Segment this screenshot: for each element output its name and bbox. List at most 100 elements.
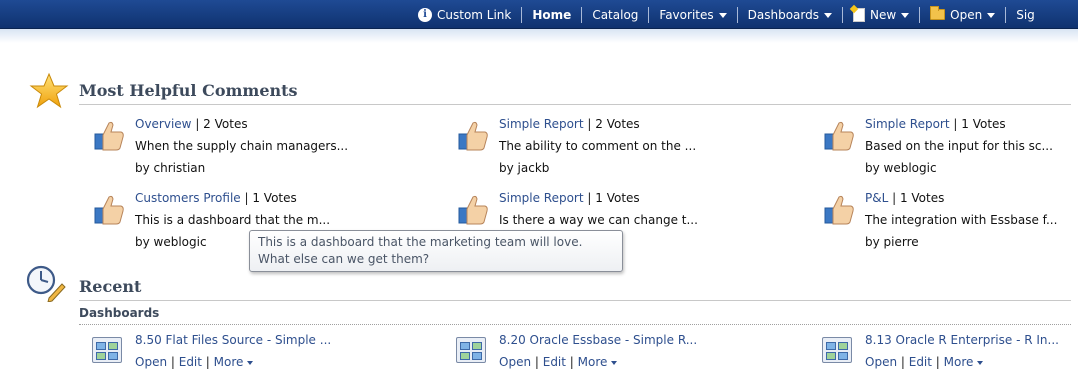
comment-link[interactable]: Simple Report <box>499 117 584 131</box>
vote-count: 1 Votes <box>252 191 297 205</box>
thumbs-up-icon <box>458 195 488 225</box>
most-helpful-comments-title: Most Helpful Comments <box>79 81 298 100</box>
dashboard-title-link[interactable]: 8.20 Oracle Essbase - Simple R... <box>499 333 697 347</box>
thumbs-up-icon <box>94 121 124 151</box>
comment-link[interactable]: Simple Report <box>865 117 950 131</box>
separator: | <box>897 355 909 369</box>
comment-author: by weblogic <box>865 161 937 175</box>
comment-link[interactable]: Overview <box>135 117 192 131</box>
clock-pencil-icon <box>26 265 66 302</box>
tooltip-line-1: This is a dashboard that the marketing t… <box>258 235 583 249</box>
section-divider <box>79 104 1071 105</box>
tooltip-line-2: What else can we get them? <box>258 252 430 266</box>
vote-count: 1 Votes <box>595 191 640 205</box>
comment-tooltip: This is a dashboard that the marketing t… <box>249 230 623 272</box>
section-divider <box>79 300 1071 301</box>
separator: | <box>583 117 596 131</box>
favorites-label: Favorites <box>659 7 714 22</box>
comment-author: by jackb <box>499 161 550 175</box>
dotted-divider <box>79 324 1071 325</box>
separator: | <box>167 355 179 369</box>
thumbs-up-icon <box>94 195 124 225</box>
separator: | <box>583 191 596 205</box>
comment-text[interactable]: Based on the input for this sc... <box>865 139 1053 153</box>
separator: | <box>949 117 962 131</box>
open-link[interactable]: Open <box>865 355 897 369</box>
dashboard-title-link[interactable]: 8.13 Oracle R Enterprise - R In... <box>865 333 1059 347</box>
vote-count: 2 Votes <box>595 117 640 131</box>
vote-count: 1 Votes <box>961 117 1006 131</box>
comment-link[interactable]: P&L <box>865 191 888 205</box>
comment-link[interactable]: Simple Report <box>499 191 584 205</box>
separator: | <box>565 355 578 369</box>
dashboards-label: Dashboards <box>747 7 819 22</box>
home-link[interactable]: Home <box>522 0 581 29</box>
info-icon: i <box>418 7 432 22</box>
recent-title: Recent <box>79 277 142 296</box>
custom-link-label: Custom Link <box>437 7 512 22</box>
open-label: Open <box>950 7 983 22</box>
comment-author: by christian <box>135 161 206 175</box>
comment-text[interactable]: The integration with Essbase f... <box>865 213 1057 227</box>
separator: | <box>240 191 253 205</box>
new-menu[interactable]: New <box>843 0 919 29</box>
open-menu[interactable]: Open <box>920 0 1005 29</box>
header-band <box>0 29 1078 43</box>
open-link[interactable]: Open <box>499 355 531 369</box>
dashboards-subheading: Dashboards <box>79 306 160 320</box>
separator: | <box>888 191 900 205</box>
edit-link[interactable]: Edit <box>179 355 202 369</box>
favorites-menu[interactable]: Favorites <box>649 0 736 29</box>
catalog-link[interactable]: Catalog <box>582 0 648 29</box>
comment-card: Simple Report | 1 Votes Based on the inp… <box>822 117 1078 177</box>
separator: | <box>931 355 944 369</box>
vote-count: 1 Votes <box>899 191 945 205</box>
folder-icon <box>930 6 946 20</box>
chevron-down-icon <box>901 13 910 18</box>
thumbs-up-icon <box>824 121 854 151</box>
open-link[interactable]: Open <box>135 355 167 369</box>
chevron-down-icon <box>987 13 996 18</box>
more-menu[interactable]: More <box>214 355 244 369</box>
dashboard-icon <box>822 337 852 363</box>
dashboard-icon <box>456 337 486 363</box>
global-nav: i Custom Link Home Catalog Favorites Das… <box>408 0 1045 29</box>
chevron-down-icon <box>718 13 727 18</box>
edit-link[interactable]: Edit <box>543 355 566 369</box>
comment-author: by weblogic <box>135 235 207 249</box>
vote-count: 2 Votes <box>203 117 248 131</box>
comment-text[interactable]: The ability to comment on the ... <box>499 139 696 153</box>
thumbs-up-icon <box>824 195 854 225</box>
dashboard-title-link[interactable]: 8.50 Flat Files Source - Simple ... <box>135 333 331 347</box>
comment-text[interactable]: When the supply chain managers... <box>135 139 348 153</box>
chevron-down-icon <box>247 361 254 365</box>
more-menu[interactable]: More <box>578 355 608 369</box>
comment-text[interactable]: Is there a way we can change t... <box>499 213 698 227</box>
comment-card: Simple Report | 2 Votes The ability to c… <box>456 117 756 177</box>
dashboard-icon <box>92 337 122 363</box>
dashboards-menu[interactable]: Dashboards <box>738 0 842 29</box>
custom-link-button[interactable]: i Custom Link <box>408 0 521 29</box>
comment-text[interactable]: This is a dashboard that the m... <box>135 213 330 227</box>
top-navigation-bar: i Custom Link Home Catalog Favorites Das… <box>0 0 1078 29</box>
comment-link[interactable]: Customers Profile <box>135 191 241 205</box>
sign-out-link[interactable]: Sig <box>1006 0 1045 29</box>
chevron-down-icon <box>611 361 618 365</box>
separator: | <box>201 355 214 369</box>
comment-card: P&L | 1 Votes The integration with Essba… <box>822 191 1078 251</box>
chevron-down-icon <box>823 13 832 18</box>
thumbs-up-icon <box>458 121 488 151</box>
recent-dashboard-item: 8.13 Oracle R Enterprise - R In... Open … <box>822 333 1078 371</box>
comment-card: Overview | 2 Votes When the supply chain… <box>92 117 392 177</box>
new-label: New <box>869 7 897 22</box>
new-document-icon <box>852 7 865 22</box>
star-icon <box>29 72 69 109</box>
chevron-down-icon <box>977 361 984 365</box>
separator: | <box>191 117 204 131</box>
edit-link[interactable]: Edit <box>909 355 932 369</box>
separator: | <box>531 355 543 369</box>
recent-dashboard-item: 8.50 Flat Files Source - Simple ... Open… <box>92 333 392 371</box>
recent-dashboard-item: 8.20 Oracle Essbase - Simple R... Open |… <box>456 333 756 371</box>
more-menu[interactable]: More <box>944 355 974 369</box>
comment-author: by pierre <box>865 235 919 249</box>
